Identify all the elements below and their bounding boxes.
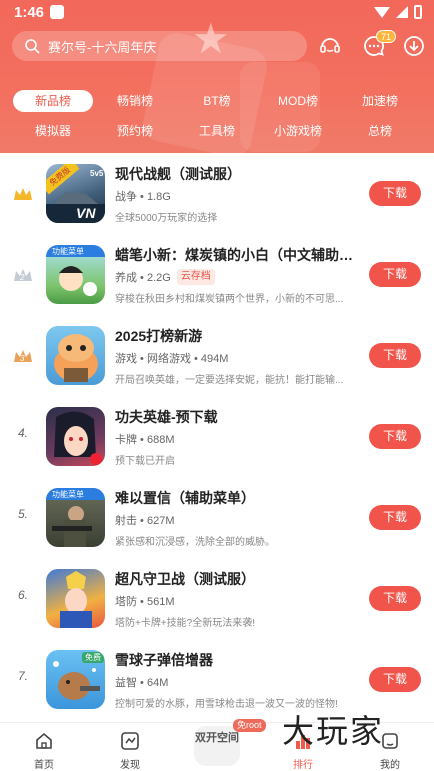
rank-number: 7. bbox=[17, 669, 28, 683]
dual-space-button[interactable]: 双开空间 bbox=[194, 726, 240, 766]
nav-ranking-label: 排行 bbox=[293, 760, 313, 771]
download-button[interactable]: 下载 bbox=[369, 262, 421, 287]
download-button[interactable]: 下载 bbox=[369, 667, 421, 692]
nav-discover-label: 发现 bbox=[120, 760, 140, 771]
list-item[interactable]: 3 2025打榜新游 游戏 • 网络游戏 • 494M 开局召唤英雄，一定要选择… bbox=[0, 315, 434, 396]
list-item[interactable]: 4. 功夫英雄-预下载 卡牌 • 688M 预下载已开启 下载 bbox=[0, 396, 434, 477]
app-icon[interactable]: 功能菜单 bbox=[46, 245, 105, 304]
app-title: 蜡笔小新：煤炭镇的小白（中文辅助菜... bbox=[115, 247, 360, 263]
download-button[interactable]: 下载 bbox=[369, 505, 421, 530]
app-title: 2025打榜新游 bbox=[115, 328, 203, 344]
message-badge: 71 bbox=[376, 30, 397, 43]
list-item[interactable]: 5. 功能菜单 难以置信（辅助菜单） 射击 • 627M 紧张感和沉浸感，洗除全… bbox=[0, 477, 434, 558]
customer-service-icon[interactable] bbox=[318, 34, 342, 58]
silver-crown-icon: 2 bbox=[12, 264, 34, 286]
cloud-save-tag: 云存档 bbox=[176, 269, 215, 285]
app-icon[interactable] bbox=[46, 569, 105, 628]
download-button[interactable]: 下载 bbox=[369, 181, 421, 206]
list-item[interactable]: 6. 超凡守卫战（测试服） 塔防 • 561M 塔防+卡牌+技能?全新玩法来袭!… bbox=[0, 558, 434, 639]
app-title: 超凡守卫战（测试服） bbox=[115, 571, 255, 587]
search-icon bbox=[25, 39, 40, 54]
app-category: 射击 • 627M bbox=[115, 515, 175, 527]
gold-crown-icon bbox=[12, 183, 34, 205]
tab-bestseller[interactable]: 畅销榜 bbox=[104, 90, 166, 112]
notification-icon bbox=[50, 5, 64, 19]
app-meta: 卡牌 • 688M bbox=[115, 431, 174, 447]
no-root-badge: 免root bbox=[233, 719, 266, 732]
free-label: 免费 bbox=[82, 652, 104, 663]
app-meta: 射击 • 627M bbox=[115, 512, 174, 528]
tab-tools[interactable]: 工具榜 bbox=[186, 120, 248, 142]
status-bar: 1:46 bbox=[0, 0, 434, 26]
nav-home[interactable]: 首页 bbox=[14, 723, 74, 771]
feature-menu-label: 功能菜单 bbox=[52, 490, 84, 499]
app-description: 预下载已开启 bbox=[115, 456, 175, 467]
app-title: 现代战舰（测试服） bbox=[115, 166, 241, 182]
status-time: 1:46 bbox=[14, 4, 45, 21]
wifi-icon bbox=[374, 6, 390, 18]
download-button[interactable]: 下载 bbox=[369, 343, 421, 368]
app-icon[interactable]: 功能菜单 bbox=[46, 488, 105, 547]
app-icon[interactable]: 5v5 VN 免费版 bbox=[46, 164, 105, 223]
nav-home-label: 首页 bbox=[34, 760, 54, 771]
app-category: 卡牌 • 688M bbox=[115, 434, 175, 446]
app-meta: 塔防 • 561M bbox=[115, 593, 174, 609]
app-title: 功夫英雄-预下载 bbox=[115, 409, 218, 425]
search-placeholder: 赛尔号-十六周年庆 bbox=[48, 39, 157, 55]
signal-icon bbox=[396, 6, 408, 18]
app-description: 开局召唤英雄，一定要选择安妮，能抗！能打能输... bbox=[115, 375, 344, 386]
nav-mine-label: 我的 bbox=[380, 760, 400, 771]
app-category: 益智 • 64M bbox=[115, 677, 169, 689]
app-description: 穿梭在秋田乡村和煤炭镇两个世界，小新的不可思... bbox=[115, 294, 344, 305]
app-title: 雪球子弹倍增器 bbox=[115, 652, 213, 668]
app-category: 养成 • 2.2G bbox=[115, 272, 171, 284]
app-category: 战争 • 1.8G bbox=[115, 191, 171, 203]
download-icon[interactable] bbox=[402, 34, 426, 58]
app-category: 游戏 • 网络游戏 • 494M bbox=[115, 353, 229, 365]
tab-bt[interactable]: BT榜 bbox=[186, 90, 248, 112]
download-button[interactable]: 下载 bbox=[369, 586, 421, 611]
watermark-logo: 大玩家 bbox=[282, 712, 385, 750]
tab-overall[interactable]: 总榜 bbox=[349, 120, 411, 142]
app-description: 紧张感和沉浸感，洗除全部的威胁。 bbox=[115, 537, 275, 548]
rank-number: 5. bbox=[17, 507, 28, 521]
discover-icon bbox=[121, 732, 139, 750]
tab-emulator[interactable]: 模拟器 bbox=[22, 120, 84, 142]
tab-mod[interactable]: MOD榜 bbox=[267, 90, 329, 112]
app-meta: 益智 • 64M bbox=[115, 674, 168, 690]
svg-text:VN: VN bbox=[76, 205, 96, 221]
status-icons bbox=[374, 5, 422, 19]
app-icon[interactable] bbox=[46, 407, 105, 466]
tab-new[interactable]: 新品榜 bbox=[13, 90, 93, 112]
app-category: 塔防 • 561M bbox=[115, 596, 175, 608]
home-icon bbox=[36, 732, 52, 749]
rank-number: 6. bbox=[17, 588, 28, 602]
app-meta: 游戏 • 网络游戏 • 494M bbox=[115, 350, 228, 366]
svg-text:2: 2 bbox=[19, 273, 25, 282]
svg-text:5v5: 5v5 bbox=[90, 169, 104, 178]
app-icon[interactable] bbox=[46, 326, 105, 385]
app-description: 塔防+卡牌+技能?全新玩法来袭! bbox=[115, 618, 256, 629]
battery-icon bbox=[414, 5, 422, 19]
tab-mini-games[interactable]: 小游戏榜 bbox=[267, 120, 329, 142]
app-meta: 战争 • 1.8G bbox=[115, 188, 171, 204]
bronze-crown-icon: 3 bbox=[12, 345, 34, 367]
header-banner: ★ 1:46 赛尔号-十六周年庆 71 新品榜 畅销榜 BT榜 MOD榜 加速榜… bbox=[0, 0, 434, 153]
download-button[interactable]: 下载 bbox=[369, 424, 421, 449]
app-title: 难以置信（辅助菜单） bbox=[115, 490, 255, 506]
app-meta: 养成 • 2.2G 云存档 bbox=[115, 269, 215, 285]
search-bar[interactable]: 赛尔号-十六周年庆 bbox=[12, 31, 307, 61]
app-description: 全球5000万玩家的选择 bbox=[115, 213, 218, 224]
tab-accelerate[interactable]: 加速榜 bbox=[349, 90, 411, 112]
list-item[interactable]: 5v5 VN 免费版 现代战舰（测试服） 战争 • 1.8G 全球5000万玩家的… bbox=[0, 153, 434, 234]
rank-number: 4. bbox=[17, 426, 28, 440]
nav-discover[interactable]: 发现 bbox=[100, 723, 160, 771]
svg-text:3: 3 bbox=[20, 354, 25, 363]
tab-preorder[interactable]: 预约榜 bbox=[104, 120, 166, 142]
app-icon[interactable]: 免费 bbox=[46, 650, 105, 709]
feature-menu-label: 功能菜单 bbox=[52, 247, 84, 256]
list-item[interactable]: 2 功能菜单 蜡笔小新：煤炭镇的小白（中文辅助菜... 养成 • 2.2G 云存档… bbox=[0, 234, 434, 315]
